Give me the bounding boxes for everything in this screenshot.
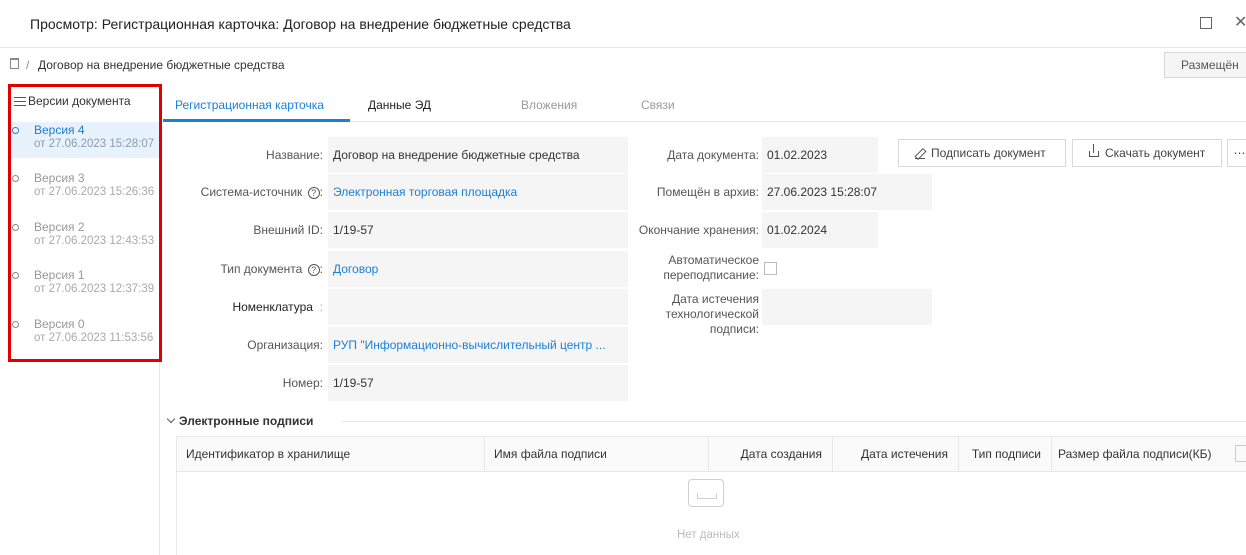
empty-state-text: Нет данных [677,529,740,541]
field-doc-type-label: Тип документа ?: [220,262,323,276]
auto-resign-checkbox[interactable] [764,262,777,275]
breadcrumb: / Договор на внедрение бюджетные средств… [0,55,1246,81]
breadcrumb-separator: / [26,58,30,72]
field-storage-end-label: Окончание хранения: [638,223,759,237]
tab-registration-card[interactable]: Регистрационная карточка [175,98,324,112]
empty-inbox-icon [688,479,724,507]
field-number-label: Номер: [282,376,323,390]
signatures-table: Идентификатор в хранилище Имя файла подп… [176,436,1246,555]
field-name-label: Название: [266,148,323,162]
field-source-value[interactable]: Электронная торговая площадка [328,174,628,210]
breadcrumb-current: Договор на внедрение бюджетные средства [38,58,285,72]
col-file-size[interactable]: Размер файла подписи(КБ) [1052,437,1232,471]
sign-document-button[interactable]: Подписать документ [898,139,1066,167]
field-auto-resign-label: Автоматическое переподписание: [663,253,759,282]
field-doc-date-value: 01.02.2023 [762,137,878,173]
maximize-icon[interactable] [1200,17,1212,29]
field-nomenclature-label: Номенклатура : [232,300,323,314]
field-tech-sign-value [762,289,932,325]
window-title: Просмотр: Регистрационная карточка: Дого… [30,16,571,32]
col-expires[interactable]: Дата истечения [833,437,959,471]
document-icon [10,58,19,69]
more-actions-button[interactable]: ⋯ [1227,139,1246,167]
tab-bar: Регистрационная карточка Данные ЭД Вложе… [163,88,1246,122]
field-tech-sign-label: Дата истечения технологической подписи: [665,292,759,336]
field-nomenclature-value [328,289,628,325]
versions-highlight-frame [8,84,162,362]
help-icon[interactable]: ? [307,263,320,276]
field-doc-type-value[interactable]: Договор [328,251,628,287]
col-signature-file[interactable]: Имя файла подписи [485,437,709,471]
tab-links[interactable]: Связи [641,98,675,112]
status-placed-button[interactable]: Размещён [1164,52,1246,78]
column-settings-icon[interactable] [1235,445,1246,462]
field-name-value: Договор на внедрение бюджетные средства [328,137,628,173]
col-sign-type[interactable]: Тип подписи [959,437,1052,471]
field-external-id-value: 1/19-57 [328,212,628,248]
active-tab-indicator [163,119,350,122]
window-titlebar: Просмотр: Регистрационная карточка: Дого… [0,0,1246,48]
field-archived-value: 27.06.2023 15:28:07 [762,174,932,210]
chevron-down-icon [166,414,176,424]
section-divider [342,421,1246,422]
field-organization-value[interactable]: РУП "Информационно-вычислительный центр … [328,327,628,363]
table-header: Идентификатор в хранилище Имя файла подп… [177,437,1246,472]
field-external-id-label: Внешний ID: [253,223,323,237]
field-archived-label: Помещён в архив: [656,185,759,199]
tab-attachments[interactable]: Вложения [521,98,577,112]
field-storage-end-value: 01.02.2024 [762,212,878,248]
close-icon[interactable]: ✕ [1234,12,1246,32]
field-doc-date-label: Дата документа: [667,148,759,162]
pen-icon [915,149,925,159]
col-created[interactable]: Дата создания [709,437,833,471]
tab-ed-data[interactable]: Данные ЭД [368,98,431,112]
field-organization-label: Организация: [247,338,323,352]
col-storage-id[interactable]: Идентификатор в хранилище [177,437,485,471]
field-source-label: Система-источник ?: [200,185,323,199]
signatures-section-toggle[interactable]: Электронные подписи [166,414,313,428]
download-icon [1089,143,1099,157]
help-icon[interactable]: ? [307,186,320,199]
download-document-button[interactable]: Скачать документ [1072,139,1222,167]
field-number-value: 1/19-57 [328,365,628,401]
